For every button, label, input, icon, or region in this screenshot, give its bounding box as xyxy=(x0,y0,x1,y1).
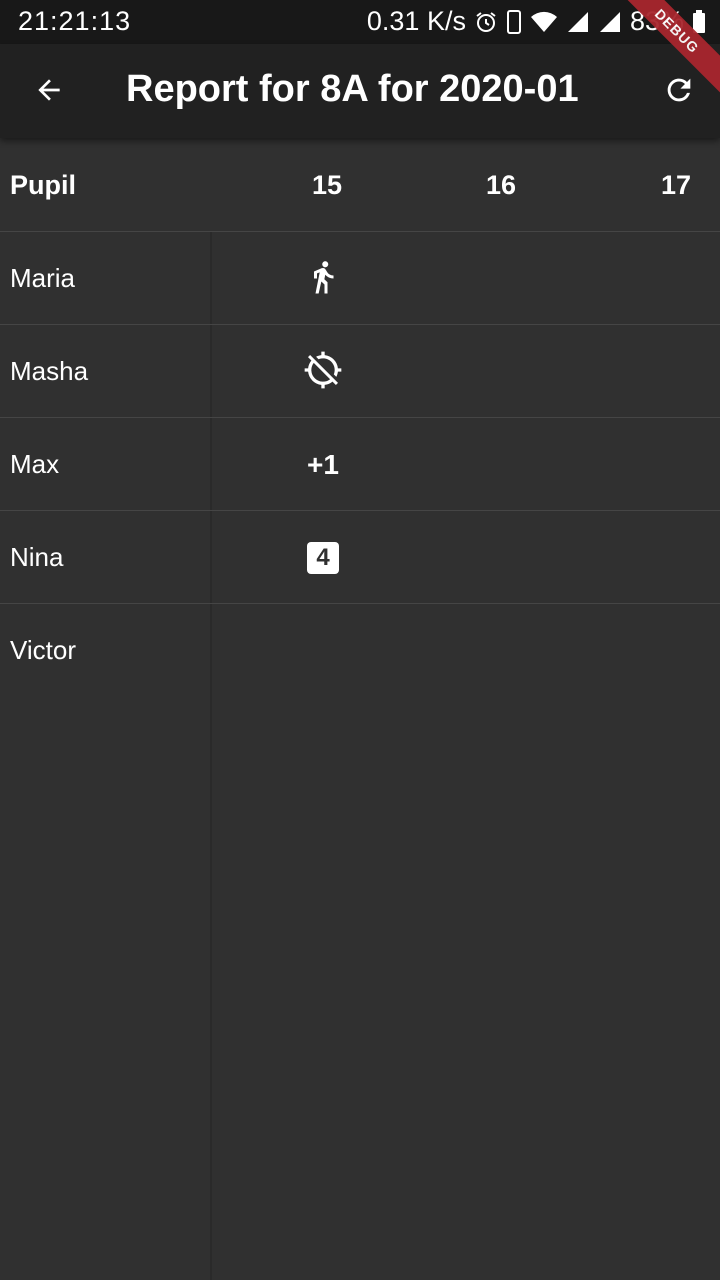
day-column-header: 16 xyxy=(485,170,517,200)
arrow-back-icon xyxy=(33,74,65,111)
walking-person-icon xyxy=(305,257,341,302)
signal-icon-2 xyxy=(598,10,622,34)
location-disabled-icon xyxy=(303,350,343,395)
day-column-header: 15 xyxy=(311,170,343,200)
status-bar: 21:21:13 0.31 K/s 83% xyxy=(0,0,720,44)
alarm-icon xyxy=(474,10,498,34)
day-column-header: 17 xyxy=(660,170,692,200)
back-button[interactable] xyxy=(24,67,74,117)
app-bar: Report for 8A for 2020-01 xyxy=(0,44,720,138)
net-speed: 0.31 K/s xyxy=(366,6,466,36)
plus-mark: +1 xyxy=(307,449,339,480)
status-time: 21:21:13 xyxy=(18,6,132,36)
attendance-cell[interactable] xyxy=(302,258,344,300)
table-row: Maria xyxy=(0,232,720,325)
page-title: Report for 8A for 2020-01 xyxy=(126,68,579,110)
refresh-icon xyxy=(662,73,696,112)
pupil-name: Masha xyxy=(10,356,89,386)
wifi-icon xyxy=(530,11,558,33)
refresh-button[interactable] xyxy=(654,67,704,117)
grade-badge: 4 xyxy=(307,542,339,574)
table-row: Max +1 xyxy=(0,418,720,511)
pupil-name: Victor xyxy=(10,635,76,665)
table-row: Masha xyxy=(0,325,720,418)
pupil-name: Maria xyxy=(10,263,76,293)
pupil-name: Nina xyxy=(10,542,64,572)
table-row: Victor xyxy=(0,604,720,696)
pupil-column-header: Pupil xyxy=(10,170,76,200)
signal-icon xyxy=(566,10,590,34)
attendance-cell[interactable]: 4 xyxy=(302,537,344,579)
attendance-cell[interactable]: +1 xyxy=(302,444,344,486)
table-row: Nina 4 xyxy=(0,511,720,604)
pupil-name: Max xyxy=(10,449,60,479)
table-header: Pupil 15 16 17 xyxy=(0,139,720,232)
phone-icon xyxy=(506,9,522,34)
attendance-cell[interactable] xyxy=(302,351,344,393)
